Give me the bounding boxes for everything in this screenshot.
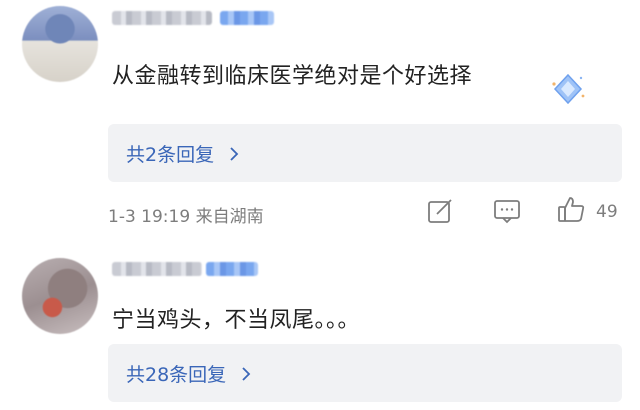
username-blurred[interactable] (112, 11, 212, 25)
comment-text: 宁当鸡头，不当凤尾。。。 (112, 308, 361, 333)
comment-item: 宁当鸡头，不当凤尾。。。 共28条回复 (0, 248, 640, 410)
diamond-sticker-icon (552, 73, 585, 105)
chevron-right-icon (230, 146, 239, 161)
view-replies-label: 共28条回复 (126, 364, 227, 386)
view-replies-link[interactable]: 共2条回复 (126, 140, 242, 167)
avatar[interactable] (22, 258, 98, 334)
view-replies-label: 共2条回复 (126, 144, 215, 166)
user-badge-blurred (206, 262, 258, 276)
view-replies-link[interactable]: 共28条回复 (126, 360, 254, 387)
reply-summary-box[interactable]: 共2条回复 (108, 124, 622, 182)
reply-summary-box[interactable]: 共28条回复 (108, 344, 622, 402)
thumbs-up-icon[interactable] (556, 194, 586, 224)
comment-item: 从金融转到临床医学绝对是个好选择 共2条回复 1-3 19:19 来自湖南 49 (0, 0, 640, 248)
comment-meta: 1-3 19:19 来自湖南 (108, 207, 264, 227)
avatar[interactable] (22, 6, 98, 82)
user-badge-blurred (220, 11, 274, 25)
username-blurred[interactable] (112, 262, 202, 276)
comment-text: 从金融转到临床医学绝对是个好选择 (112, 64, 473, 89)
chevron-right-icon (242, 366, 251, 381)
like-count: 49 (596, 202, 618, 222)
comment-icon[interactable] (492, 196, 522, 226)
share-edit-icon[interactable] (425, 196, 455, 226)
